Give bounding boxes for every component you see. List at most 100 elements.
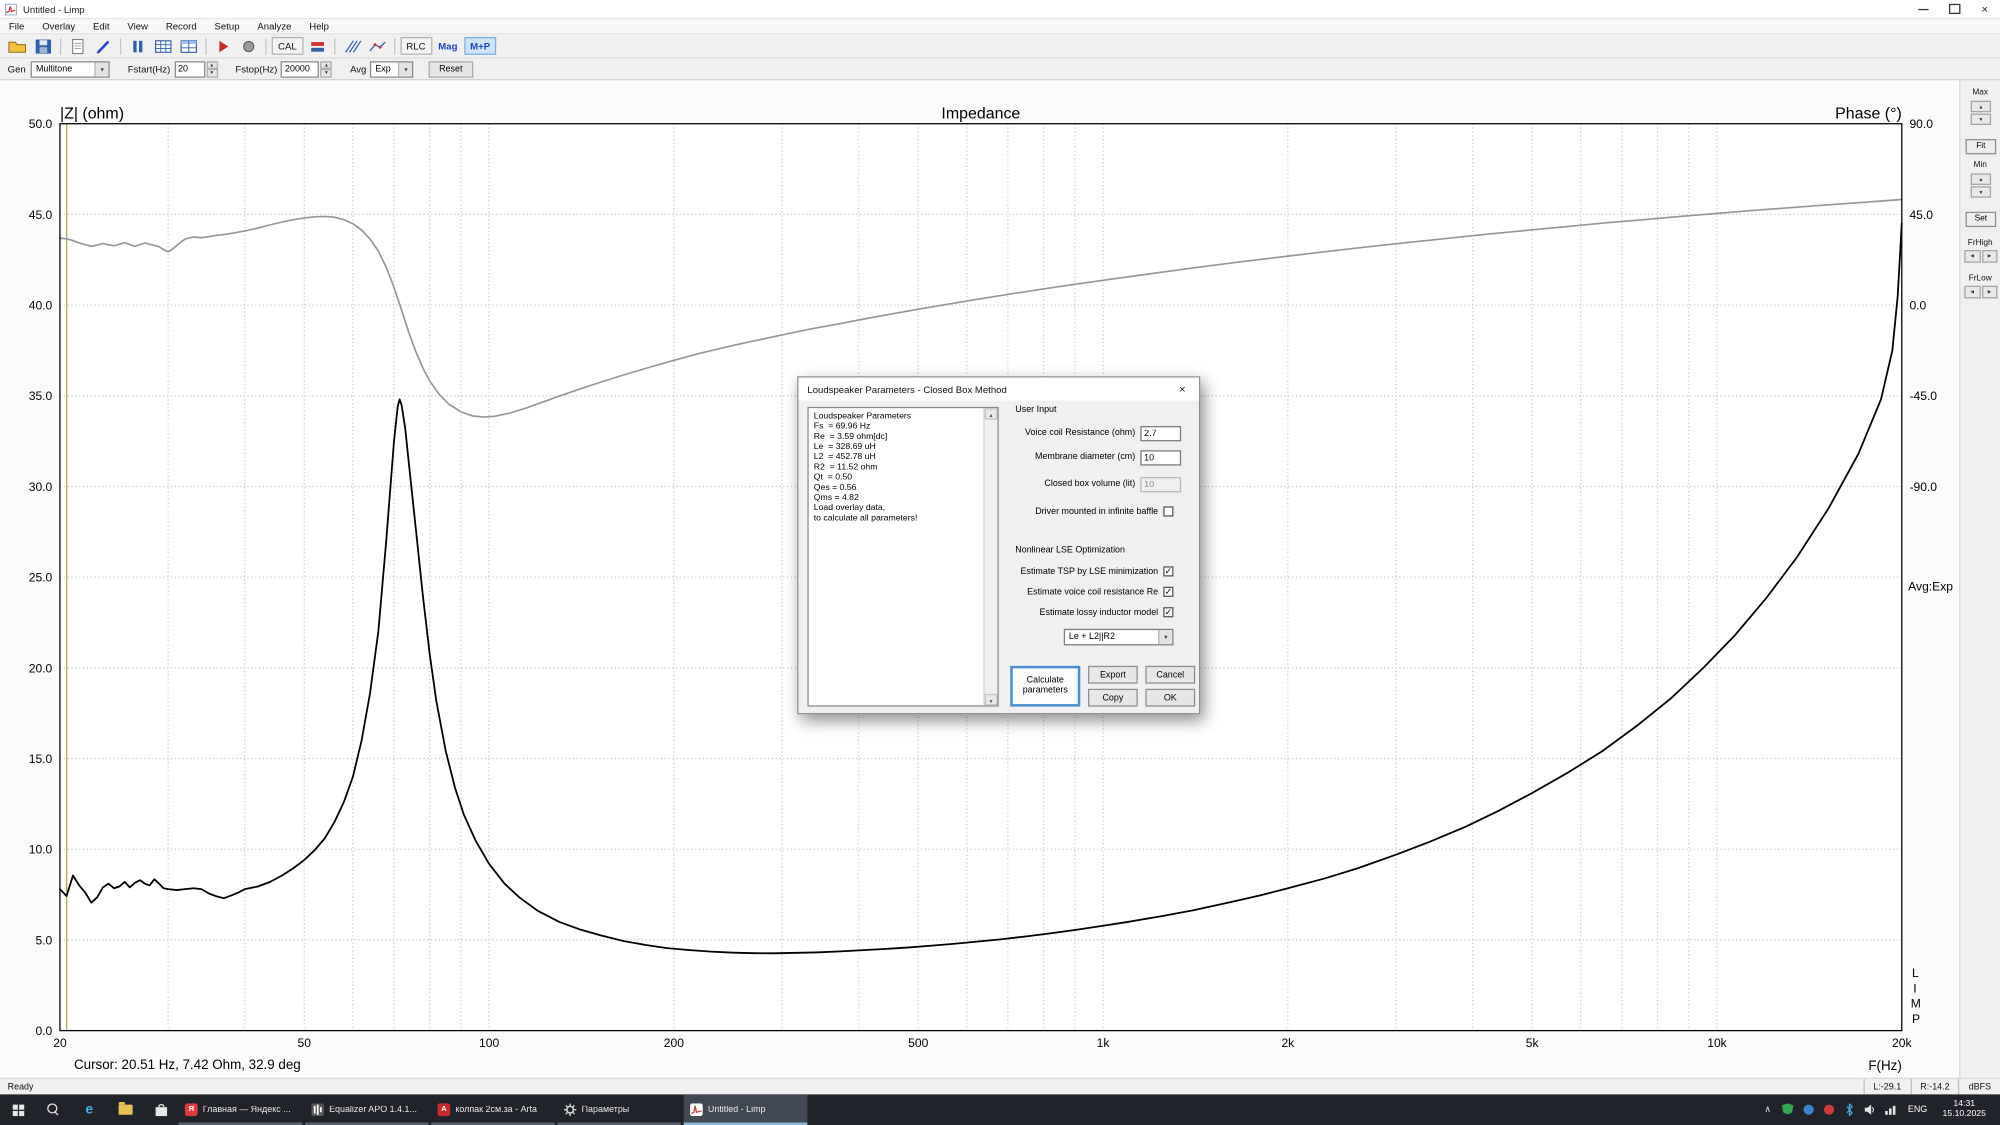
record-button[interactable]	[236, 36, 262, 56]
folder-icon	[118, 1105, 132, 1115]
fstop-spinner[interactable]: ▲▼	[321, 61, 332, 78]
menu-overlay[interactable]: Overlay	[33, 20, 84, 31]
tray-volume-button[interactable]	[1859, 1103, 1879, 1116]
explorer-taskbar-button[interactable]	[107, 1094, 143, 1125]
menu-file[interactable]: File	[0, 20, 33, 31]
dialog-titlebar[interactable]: Loudspeaker Parameters - Closed Box Meth…	[798, 378, 1199, 401]
menu-view[interactable]: View	[118, 20, 156, 31]
fstart-input[interactable]	[174, 61, 205, 78]
copy-button[interactable]: Copy	[1088, 689, 1138, 707]
edit-pen-button[interactable]	[91, 36, 117, 56]
menu-edit[interactable]: Edit	[84, 20, 118, 31]
start-button[interactable]	[0, 1094, 36, 1125]
fstop-input[interactable]	[281, 61, 319, 78]
sheet-view-button[interactable]	[176, 36, 202, 56]
store-taskbar-button[interactable]	[143, 1094, 179, 1125]
estimate-tsp-label: Estimate TSP by LSE minimization	[939, 568, 1158, 577]
max-up-button[interactable]: ▲	[1971, 101, 1991, 112]
svg-text:50.0: 50.0	[29, 117, 53, 131]
frlow-right-button[interactable]: ►	[1982, 286, 1998, 299]
taskbar-button-settings[interactable]: Параметры	[557, 1094, 681, 1125]
export-button[interactable]: Export	[1088, 666, 1138, 684]
voice-coil-resistance-input[interactable]	[1140, 426, 1181, 441]
spin-down-icon[interactable]: ▼	[321, 69, 332, 77]
averaging-select[interactable]: Exp▼	[370, 61, 413, 78]
tray-yandex-button[interactable]	[1819, 1103, 1839, 1116]
calibrate-button[interactable]: CAL	[272, 37, 303, 55]
taskbar-button-yandex[interactable]: Я Главная — Яндекс ...	[179, 1094, 303, 1125]
infinite-baffle-checkbox[interactable]	[1163, 506, 1173, 516]
spin-up-icon[interactable]: ▲	[206, 61, 217, 69]
save-button[interactable]	[31, 36, 57, 56]
set-button[interactable]: Set	[1966, 212, 1997, 227]
magnitude-view-button[interactable]: Mag	[434, 37, 461, 55]
open-folder-icon	[8, 38, 28, 55]
close-button[interactable]: ×	[1969, 0, 2000, 18]
tray-network-button[interactable]	[1880, 1103, 1900, 1116]
cancel-button[interactable]: Cancel	[1145, 666, 1195, 684]
magnitude-phase-view-button[interactable]: M+P	[464, 37, 497, 55]
min-up-button[interactable]: ▲	[1971, 173, 1991, 184]
combo-arrow-icon: ▼	[95, 62, 109, 76]
reset-button[interactable]: Reset	[429, 61, 473, 78]
inductor-model-select[interactable]: Le + L2||R2▼	[1064, 629, 1174, 646]
search-button[interactable]	[36, 1094, 72, 1125]
menu-analyze[interactable]: Analyze	[248, 20, 300, 31]
edge-taskbar-button[interactable]: e	[71, 1094, 107, 1125]
minimize-button[interactable]	[1908, 0, 1939, 18]
taskbar-button-equalizer-apo[interactable]: Equalizer APO 1.4.1...	[305, 1094, 429, 1125]
generator-type-select[interactable]: Multitone▼	[31, 61, 110, 78]
settings-gear-icon	[564, 1103, 577, 1116]
maximize-button[interactable]	[1939, 0, 1970, 18]
taskbar-button-arta[interactable]: A колпак 2см.за - Arta	[431, 1094, 555, 1125]
svg-text:2k: 2k	[1281, 1036, 1295, 1050]
frlow-label: FrLow	[1960, 274, 2000, 283]
fstart-spinner[interactable]: ▲▼	[206, 61, 217, 78]
language-indicator[interactable]: ENG	[1900, 1105, 1935, 1114]
fit-button[interactable]: Fit	[1966, 139, 1997, 154]
menu-record[interactable]: Record	[157, 20, 206, 31]
menu-setup[interactable]: Setup	[206, 20, 249, 31]
menu-help[interactable]: Help	[300, 20, 338, 31]
open-file-button[interactable]	[5, 36, 31, 56]
start-measurement-button[interactable]	[210, 36, 236, 56]
taskbar: e Я Главная — Яндекс ... Equalizer APO 1…	[0, 1094, 2000, 1125]
membrane-diameter-input[interactable]	[1140, 450, 1181, 465]
estimate-re-checkbox[interactable]: ✓	[1163, 587, 1173, 597]
scroll-down-icon[interactable]: ▼	[985, 694, 998, 705]
toolbar-separator	[265, 38, 266, 55]
scroll-up-icon[interactable]: ▲	[985, 408, 998, 419]
max-down-button[interactable]: ▼	[1971, 114, 1991, 125]
pause-button[interactable]	[125, 36, 151, 56]
estimate-lossy-checkbox[interactable]: ✓	[1163, 607, 1173, 617]
membrane-diameter-label: Membrane diameter (cm)	[952, 453, 1136, 462]
window-titlebar[interactable]: Untitled - Limp ×	[0, 0, 2000, 19]
overlay-curves-button[interactable]	[364, 36, 390, 56]
tray-sync-button[interactable]	[1798, 1103, 1818, 1116]
frhigh-right-button[interactable]: ►	[1982, 250, 1998, 263]
infinite-baffle-label: Driver mounted in infinite baffle	[939, 508, 1158, 517]
check-icon: ✓	[1165, 588, 1172, 597]
tray-bluetooth-button[interactable]	[1839, 1103, 1859, 1116]
clock[interactable]: 14:31 15.10.2025	[1935, 1099, 1994, 1119]
min-down-button[interactable]: ▼	[1971, 186, 1991, 197]
calculate-parameters-button[interactable]: Calculate parameters	[1010, 666, 1080, 707]
spin-down-icon[interactable]: ▼	[206, 69, 217, 77]
ok-button[interactable]: OK	[1145, 689, 1195, 707]
rlc-button[interactable]: RLC	[400, 37, 432, 55]
level-meter-button[interactable]	[304, 36, 330, 56]
copy-page-button[interactable]	[65, 36, 91, 56]
tray-chevron-button[interactable]: ∧	[1757, 1105, 1777, 1115]
estimate-tsp-checkbox[interactable]: ✓	[1163, 566, 1173, 576]
frhigh-left-button[interactable]: ◄	[1964, 250, 1980, 263]
toolbar-separator	[120, 38, 121, 55]
spectrum-button[interactable]	[339, 36, 365, 56]
fstart-label: Fstart(Hz)	[128, 63, 171, 74]
table-view-button[interactable]	[151, 36, 177, 56]
dialog-close-button[interactable]: ×	[1166, 378, 1199, 401]
frlow-left-button[interactable]: ◄	[1964, 286, 1980, 299]
svg-text:35.0: 35.0	[29, 389, 53, 403]
spin-up-icon[interactable]: ▲	[321, 61, 332, 69]
tray-antivirus-button[interactable]	[1778, 1103, 1798, 1116]
taskbar-button-limp[interactable]: Untitled - Limp	[684, 1094, 808, 1125]
